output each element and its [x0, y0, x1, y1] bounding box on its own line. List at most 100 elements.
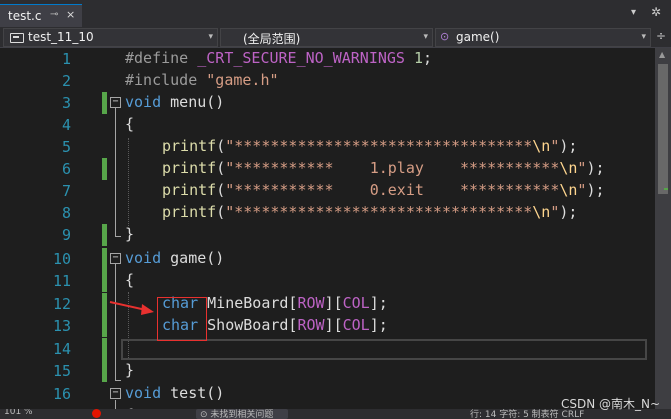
project-name: test_11_10 [28, 30, 94, 44]
identifier: ShowBoard[ [198, 316, 298, 334]
line-number: 12 [52, 295, 71, 313]
statement-end: ); [586, 181, 605, 199]
chevron-down-icon: ▾ [423, 32, 428, 42]
code-text: #define _CRT_SECURE_NO_WARNINGS 1; [125, 49, 432, 67]
scope-dropdown[interactable]: (全局范围) ▾ [220, 28, 433, 47]
change-marker [102, 360, 107, 382]
preprocessor-directive: #define [125, 49, 189, 67]
function-call: printf [162, 203, 217, 221]
line-number: 16 [52, 385, 71, 403]
change-marker [102, 92, 107, 114]
keyword: void [125, 249, 162, 267]
macro-name: ROW [297, 316, 325, 334]
code-line-5[interactable]: 5 printf("******************************… [0, 136, 655, 158]
code-text: printf("*********** 1.play ***********\n… [162, 159, 605, 177]
code-text: #include "game.h" [125, 71, 279, 89]
vertical-scrollbar[interactable]: ▲ [655, 48, 671, 419]
code-line-3[interactable]: 3 − void menu() [0, 92, 655, 114]
code-text: printf("********************************… [162, 137, 577, 155]
macro-value: 1 [414, 49, 424, 67]
function-name: game() [456, 30, 500, 44]
change-marker [102, 293, 107, 315]
preprocessor-directive: #include [125, 71, 198, 89]
line-number: 5 [61, 138, 71, 156]
code-text: } [125, 361, 135, 379]
code-line-1[interactable]: 1 #define _CRT_SECURE_NO_WARNINGS 1; [0, 48, 655, 70]
macro-name: COL [342, 294, 370, 312]
change-marker [102, 270, 107, 292]
issues-text: ⊙ 未找到相关问题 [200, 410, 274, 419]
macro-name: ROW [297, 294, 325, 312]
code-line-15[interactable]: 15 } [0, 360, 655, 382]
chevron-down-icon: ▾ [641, 32, 646, 42]
paren: ( [216, 203, 226, 221]
navigation-bar: test_11_10 ▾ (全局范围) ▾ ⊙ game() ▾ ÷ [0, 27, 671, 48]
string-literal: "*********** 0.exit *********** [225, 181, 560, 199]
code-text: void game() [125, 249, 224, 267]
code-line-2[interactable]: 2 #include "game.h" [0, 70, 655, 92]
code-text: void menu() [125, 93, 224, 111]
line-number: 13 [52, 317, 71, 335]
scrollbar-thumb[interactable] [658, 64, 668, 194]
split-editor-icon[interactable]: ÷ [656, 29, 666, 43]
change-marker [102, 338, 107, 360]
paren: ( [216, 159, 226, 177]
close-icon[interactable]: × [66, 8, 75, 21]
function-signature: test() [161, 384, 225, 402]
string-literal: "*********** 1.play *********** [225, 159, 560, 177]
line-number: 2 [61, 72, 71, 90]
code-line-16[interactable]: 16 − void test() [0, 383, 655, 405]
zoom-level[interactable]: 101 % [4, 409, 33, 417]
code-line-8[interactable]: 8 printf("******************************… [0, 202, 655, 224]
pin-icon[interactable]: ⊸ [50, 9, 58, 20]
function-icon: ⊙ [440, 30, 450, 43]
macro-name: COL [342, 316, 370, 334]
document-tab-strip: test.c ⊸ × ▾ ✲ [0, 0, 671, 27]
collapse-icon[interactable]: − [110, 253, 121, 264]
collapse-icon[interactable]: − [110, 388, 121, 399]
chevron-down-icon: ▾ [208, 32, 213, 42]
project-dropdown[interactable]: test_11_10 ▾ [3, 28, 218, 47]
annotation-highlight-box [157, 297, 207, 341]
code-line-13[interactable]: 13 char ShowBoard[ROW][COL]; [0, 315, 655, 337]
string-literal: "********************************* [225, 137, 533, 155]
scroll-up-icon[interactable]: ▲ [659, 50, 665, 59]
statement-end: ); [559, 137, 578, 155]
function-call: printf [162, 137, 217, 155]
change-marker [102, 248, 107, 270]
function-signature: game() [161, 249, 225, 267]
change-marker [102, 315, 107, 337]
code-line-12[interactable]: 12 char MineBoard[ROW][COL]; [0, 293, 655, 315]
paren: ( [216, 181, 226, 199]
statement-end: ]; [369, 316, 388, 334]
statement-end: ); [586, 159, 605, 177]
code-editor[interactable]: 1 #define _CRT_SECURE_NO_WARNINGS 1; 2 #… [0, 48, 655, 419]
keyword: void [125, 93, 162, 111]
code-line-10[interactable]: 10 − void game() [0, 248, 655, 270]
macro-name: _CRT_SECURE_NO_WARNINGS [197, 49, 405, 67]
code-line-9[interactable]: 9 } [0, 224, 655, 246]
issues-indicator[interactable]: ⊙ 未找到相关问题 [196, 409, 288, 419]
escape-sequence: \n [532, 203, 551, 221]
tab-label: test.c [8, 9, 42, 23]
settings-icon[interactable]: ✲ [651, 5, 661, 19]
line-number: 9 [61, 226, 71, 244]
string-quote: " [550, 203, 560, 221]
code-text: { [125, 271, 135, 289]
scrollbar-change-mark [664, 188, 668, 190]
code-line-6[interactable]: 6 printf("*********** 1.play ***********… [0, 158, 655, 180]
code-line-11[interactable]: 11 { [0, 270, 655, 292]
line-number: 8 [61, 204, 71, 222]
string-quote: " [550, 137, 560, 155]
scope-name: (全局范围) [243, 32, 301, 46]
function-dropdown[interactable]: ⊙ game() ▾ [435, 28, 651, 47]
semicolon: ; [423, 49, 433, 67]
code-line-4[interactable]: 4 { [0, 114, 655, 136]
code-line-7[interactable]: 7 printf("*********** 0.exit ***********… [0, 180, 655, 202]
code-line-14[interactable]: 14 [0, 338, 655, 360]
code-text: printf("*********** 0.exit ***********\n… [162, 181, 605, 199]
tab-test-c[interactable]: test.c ⊸ × [0, 4, 82, 27]
tab-overflow-icon[interactable]: ▾ [631, 7, 636, 18]
collapse-icon[interactable]: − [110, 97, 121, 108]
change-marker [102, 158, 107, 180]
